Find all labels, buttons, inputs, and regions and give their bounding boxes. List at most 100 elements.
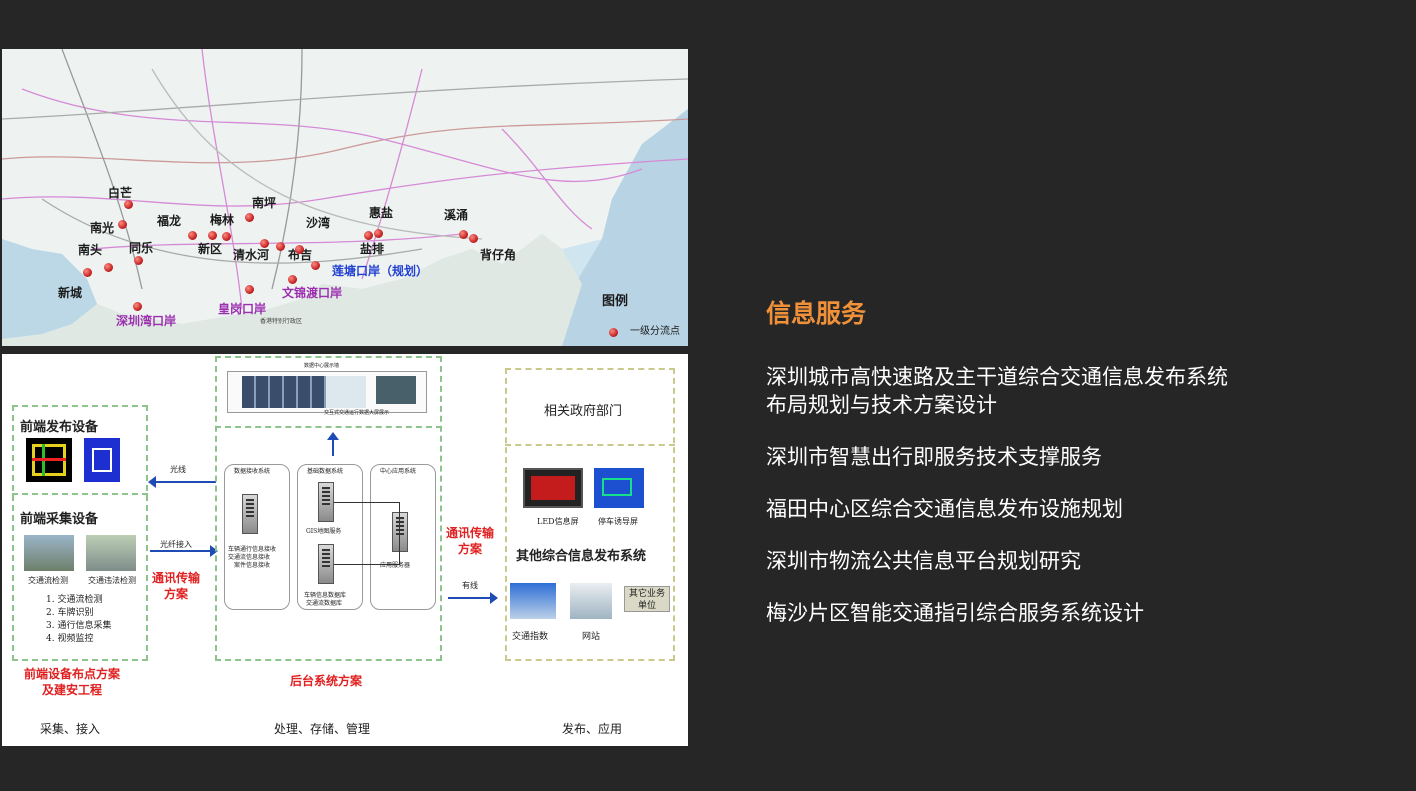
map-pin-icon xyxy=(124,200,133,209)
arrow-left-icon xyxy=(148,476,156,488)
service-item: 深圳市物流公共信息平台规划研究 xyxy=(766,547,1366,575)
region-label: 香港特别行政区 xyxy=(260,318,303,325)
services-list: 深圳城市高快速路及主干道综合交通信息发布系统 布局规划与技术方案设计 深圳市智慧… xyxy=(766,363,1366,651)
map-pin-icon xyxy=(104,263,113,272)
comm-plan-line: 方案 xyxy=(164,586,189,601)
front-plan-line: 前端设备布点方案 xyxy=(24,667,121,681)
service-text: 福田中心区综合交通信息发布设施规划 xyxy=(766,497,1123,521)
map-pin-icon xyxy=(288,275,297,284)
place-label: 新城 xyxy=(58,286,83,300)
map-pin-icon xyxy=(374,229,383,238)
port-label: 皇岗口岸 xyxy=(218,302,267,316)
shenzhen-map: 白芒 南光 福龙 梅林 南坪 沙湾 惠盐 溪涌 南头 同乐 新区 清水河 布吉 … xyxy=(2,49,688,346)
port-label: 莲塘口岸（规划） xyxy=(332,264,429,278)
col-text: 应用服务器 xyxy=(380,562,411,569)
video-wall-image xyxy=(227,371,427,413)
arrow-label: 有线 xyxy=(462,581,478,590)
map-pin-icon xyxy=(245,213,254,222)
arrow-up-icon xyxy=(327,432,339,440)
section-title: 信息服务 xyxy=(766,299,867,328)
arrow-line xyxy=(448,597,492,599)
col-title: 基础数据系统 xyxy=(307,468,344,475)
camera-photo-image xyxy=(24,535,74,571)
service-text: 深圳市智慧出行即服务技术支撑服务 xyxy=(766,445,1102,469)
map-pin-icon xyxy=(260,239,269,248)
led-sign-image xyxy=(523,468,583,508)
arrow-label: 光纤接入 xyxy=(160,540,192,549)
service-text: 布局规划与技术方案设计 xyxy=(766,393,997,417)
comm-plan-line: 方案 xyxy=(458,541,483,556)
list-item: 1. 交通流检测 xyxy=(46,595,103,605)
map-pin-icon xyxy=(188,231,197,240)
arrow-label: 光线 xyxy=(170,465,186,474)
screenshot-caption: 交通指数 xyxy=(512,632,549,642)
place-label: 溪涌 xyxy=(444,208,469,222)
guide-screen-image xyxy=(84,438,120,482)
sign-caption: LED信息屏 xyxy=(537,517,579,526)
stage-label: 采集、接入 xyxy=(40,722,101,736)
legend-pin-icon xyxy=(609,328,618,337)
wall-caption: 交互式交通运行数据大屏展示 xyxy=(324,410,390,416)
arrow-line xyxy=(150,550,212,552)
place-label: 梅林 xyxy=(210,213,235,227)
service-text: 深圳市物流公共信息平台规划研究 xyxy=(766,549,1081,573)
place-label: 南坪 xyxy=(252,196,277,210)
front-plan-label: 前端设备布点方案 及建安工程 xyxy=(24,667,120,698)
service-text: 梅沙片区智能交通指引综合服务系统设计 xyxy=(766,601,1144,625)
server-icon xyxy=(318,544,334,584)
map-pin-icon xyxy=(295,245,304,254)
comm-plan-label: 通讯传输 方案 xyxy=(152,571,200,602)
port-label: 深圳湾口岸 xyxy=(116,314,177,328)
collect-list: 1. 交通流检测 2. 车牌识别 3. 通行信息采集 4. 视频监控 xyxy=(46,594,111,646)
parking-sign-image xyxy=(594,468,644,508)
place-label: 南头 xyxy=(78,243,103,257)
server-icon xyxy=(242,494,258,534)
screenshot-caption: 网站 xyxy=(582,632,601,642)
front-plan-line: 及建安工程 xyxy=(42,682,103,697)
place-label: 同乐 xyxy=(129,241,154,255)
map-pin-icon xyxy=(311,261,320,270)
map-pin-icon xyxy=(83,268,92,277)
map-pin-icon xyxy=(469,234,478,243)
map-pin-icon xyxy=(222,232,231,241)
arrow-right-icon xyxy=(490,592,498,604)
front-release-title: 前端发布设备 xyxy=(20,420,99,435)
place-label: 清水河 xyxy=(233,248,270,262)
wall-title: 数据中心展示墙 xyxy=(304,363,340,369)
server-icon xyxy=(318,482,334,522)
col-text: 案件信息接收 xyxy=(234,562,271,569)
system-architecture-diagram: 前端发布设备 前端采集设备 交通流检测 交通违法检测 1. 交通流检测 2. 车… xyxy=(2,354,688,746)
legend-item: 一级分流点 xyxy=(630,326,680,337)
legend-title: 图例 xyxy=(602,294,629,309)
service-item: 梅沙片区智能交通指引综合服务系统设计 xyxy=(766,599,1366,627)
index-screenshot-image xyxy=(510,583,556,619)
camera-photo-image xyxy=(86,535,136,571)
place-label: 福龙 xyxy=(157,214,182,228)
stage-label: 处理、存储、管理 xyxy=(274,722,371,736)
arrow-line xyxy=(152,481,216,483)
map-pin-icon xyxy=(133,302,142,311)
other-biz-box: 其它业务 单位 xyxy=(624,586,670,612)
camera-caption: 交通违法检测 xyxy=(88,576,136,585)
other-biz-line: 单位 xyxy=(637,601,656,611)
map-pin-icon xyxy=(134,256,143,265)
connector-line xyxy=(334,502,400,503)
place-label: 白芒 xyxy=(108,186,133,200)
comm-plan-line: 通讯传输 xyxy=(152,571,201,585)
divider xyxy=(215,426,442,428)
service-text: 深圳城市高快速路及主干道综合交通信息发布系统 xyxy=(766,365,1228,389)
service-item: 深圳市智慧出行即服务技术支撑服务 xyxy=(766,443,1366,471)
connector-line xyxy=(399,502,400,564)
comm-plan-line: 通讯传输 xyxy=(446,526,495,540)
receive-system-box xyxy=(224,464,290,610)
col-text: GIS地图服务 xyxy=(306,528,342,535)
list-item: 2. 车牌识别 xyxy=(46,608,94,619)
list-item: 3. 通行信息采集 xyxy=(46,621,112,632)
place-label: 盐排 xyxy=(360,242,385,256)
col-text: 交通流数据库 xyxy=(306,600,343,607)
server-icon xyxy=(392,512,408,552)
place-label: 背仔角 xyxy=(480,248,517,262)
service-item: 深圳城市高快速路及主干道综合交通信息发布系统 布局规划与技术方案设计 xyxy=(766,363,1366,419)
comm-plan-label: 通讯传输 方案 xyxy=(446,526,494,557)
place-label: 惠盐 xyxy=(369,206,394,220)
